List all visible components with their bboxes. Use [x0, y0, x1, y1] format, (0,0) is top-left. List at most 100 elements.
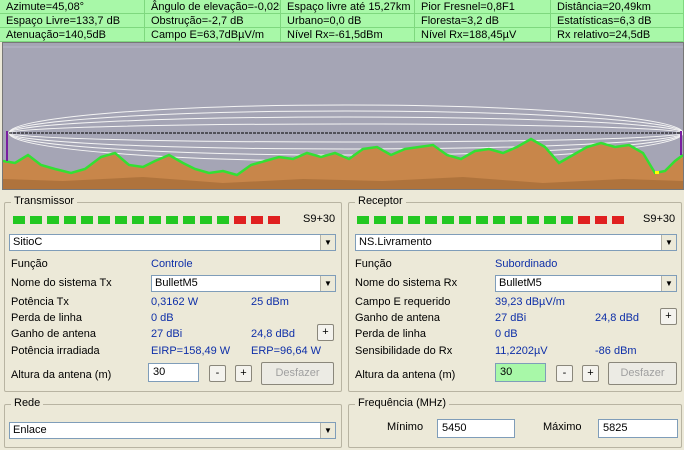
- signal-segment: [64, 216, 76, 224]
- signal-segment: [561, 216, 573, 224]
- chevron-down-icon[interactable]: ▼: [320, 423, 335, 438]
- tx-antenna-gain-add-button[interactable]: +: [317, 324, 334, 341]
- tx-radiated-power-label: Potência irradiada: [11, 345, 100, 357]
- tx-function-value: Controle: [151, 258, 193, 270]
- network-group: Rede Enlace ▼: [4, 397, 342, 448]
- terrain-profile-graphic: [3, 43, 683, 189]
- tx-height-increase-button[interactable]: +: [235, 365, 252, 382]
- rx-undo-button[interactable]: Desfazer: [608, 362, 677, 385]
- rx-function-value: Subordinado: [495, 258, 558, 270]
- stat-clearance: Espaço livre até 15,27km: [281, 0, 415, 14]
- receiver-title: Receptor: [355, 195, 406, 207]
- signal-segment: [115, 216, 127, 224]
- signal-segment: [13, 216, 25, 224]
- tx-antenna-height-input[interactable]: 30: [148, 363, 199, 382]
- stat-azimuth: Azimute=45,08°: [0, 0, 145, 14]
- transmitter-group: Transmissor S9+30 SitioC ▼ Função Contro…: [4, 195, 342, 392]
- signal-segment: [166, 216, 178, 224]
- stat-obstruction: Obstrução=-2,7 dB: [145, 14, 281, 28]
- frequency-max-label: Máximo: [543, 421, 582, 433]
- rx-height-increase-button[interactable]: +: [582, 365, 599, 382]
- tx-line-loss-label: Perda de linha: [11, 312, 82, 324]
- receiver-group: Receptor S9+30 NS.Livramento ▼ Função Su…: [348, 195, 682, 392]
- stat-rx-level-dbm: Nível Rx=-61,5dBm: [281, 28, 415, 42]
- frequency-group: Frequência (MHz) Mínimo 5450 Máximo 5825: [348, 397, 682, 448]
- stat-urban: Urbano=0,0 dB: [281, 14, 415, 28]
- signal-segment: [149, 216, 161, 224]
- tx-height-decrease-button[interactable]: -: [209, 365, 226, 382]
- stats-panel: Azimute=45,08° Ângulo de elevação=-0,025…: [0, 0, 684, 42]
- signal-segment: [578, 216, 590, 224]
- rx-system-value: BulletM5: [499, 277, 542, 289]
- signal-segment: [391, 216, 403, 224]
- tx-system-value: BulletM5: [155, 277, 198, 289]
- signal-segment: [612, 216, 624, 224]
- rx-antenna-gain-dbd: 24,8 dBd: [595, 312, 640, 324]
- signal-segment: [527, 216, 539, 224]
- chevron-down-icon[interactable]: ▼: [661, 235, 676, 250]
- signal-segment: [357, 216, 369, 224]
- rx-system-select[interactable]: BulletM5 ▼: [495, 275, 677, 292]
- stat-forest: Floresta=3,2 dB: [415, 14, 551, 28]
- chevron-down-icon[interactable]: ▼: [320, 235, 335, 250]
- network-select[interactable]: Enlace ▼: [9, 422, 336, 439]
- tx-erp: ERP=96,64 W: [251, 345, 322, 357]
- transmitter-station-select[interactable]: SitioC ▼: [9, 234, 336, 251]
- stat-e-field: Campo E=63,7dBµV/m: [145, 28, 281, 42]
- network-title: Rede: [11, 397, 44, 409]
- signal-segment: [251, 216, 263, 224]
- stat-elevation-angle: Ângulo de elevação=-0,025°: [145, 0, 281, 14]
- tx-antenna-height-label: Altura da antena (m): [11, 369, 112, 381]
- tx-eirp: EIRP=158,49 W: [151, 345, 231, 357]
- tx-power-dbm: 25 dBm: [251, 296, 289, 308]
- rx-line-loss-label: Perda de linha: [355, 328, 426, 340]
- signal-segment: [268, 216, 280, 224]
- terrain-profile: [2, 42, 684, 190]
- signal-segment: [493, 216, 505, 224]
- stat-attenuation: Atenuação=140,5dB: [0, 28, 145, 42]
- receiver-station-select[interactable]: NS.Livramento ▼: [355, 234, 677, 251]
- stat-relative-rx: Rx relativo=24,5dB: [551, 28, 684, 42]
- receiver-station-value: NS.Livramento: [359, 236, 432, 248]
- receiver-signal-label: S9+30: [643, 213, 676, 225]
- rx-sensitivity-label: Sensibilidade do Rx: [355, 345, 453, 357]
- signal-segment: [510, 216, 522, 224]
- signal-segment: [183, 216, 195, 224]
- chevron-down-icon[interactable]: ▼: [661, 276, 676, 291]
- stat-free-space: Espaço Livre=133,7 dB: [0, 14, 145, 28]
- stat-rx-level-uv: Nível Rx=188,45µV: [415, 28, 551, 42]
- chevron-down-icon[interactable]: ▼: [320, 276, 335, 291]
- rx-line-loss-value: 0 dB: [495, 328, 518, 340]
- rx-sensitivity-dbm: -86 dBm: [595, 345, 637, 357]
- signal-segment: [234, 216, 246, 224]
- rx-system-label: Nome do sistema Rx: [355, 277, 458, 289]
- signal-segment: [374, 216, 386, 224]
- rx-antenna-gain-dbi: 27 dBi: [495, 312, 527, 324]
- signal-segment: [425, 216, 437, 224]
- tx-antenna-gain-label: Ganho de antena: [11, 328, 97, 340]
- tx-power-label: Potência Tx: [11, 296, 69, 308]
- tx-system-label: Nome do sistema Tx: [11, 277, 112, 289]
- rx-height-decrease-button[interactable]: -: [556, 365, 573, 382]
- rx-required-field-label: Campo E requerido: [355, 296, 451, 308]
- rx-antenna-height-label: Altura da antena (m): [355, 369, 456, 381]
- transmitter-title: Transmissor: [11, 195, 78, 207]
- frequency-min-input[interactable]: 5450: [437, 419, 515, 438]
- transmitter-station-value: SitioC: [13, 236, 43, 248]
- signal-segment: [81, 216, 93, 224]
- rx-antenna-height-input[interactable]: 30: [495, 363, 546, 382]
- signal-segment: [98, 216, 110, 224]
- rx-function-label: Função: [355, 258, 392, 270]
- tx-function-label: Função: [11, 258, 48, 270]
- rx-antenna-gain-add-button[interactable]: +: [660, 308, 677, 325]
- frequency-title: Frequência (MHz): [355, 397, 450, 409]
- stat-statistics: Estatísticas=6,3 dB: [551, 14, 684, 28]
- tx-undo-button[interactable]: Desfazer: [261, 362, 334, 385]
- rx-required-field-value: 39,23 dBµV/m: [495, 296, 565, 308]
- signal-segment: [408, 216, 420, 224]
- tx-system-select[interactable]: BulletM5 ▼: [151, 275, 336, 292]
- frequency-max-input[interactable]: 5825: [598, 419, 678, 438]
- signal-segment: [459, 216, 471, 224]
- tx-antenna-gain-dbi: 27 dBi: [151, 328, 183, 340]
- tx-line-loss-value: 0 dB: [151, 312, 174, 324]
